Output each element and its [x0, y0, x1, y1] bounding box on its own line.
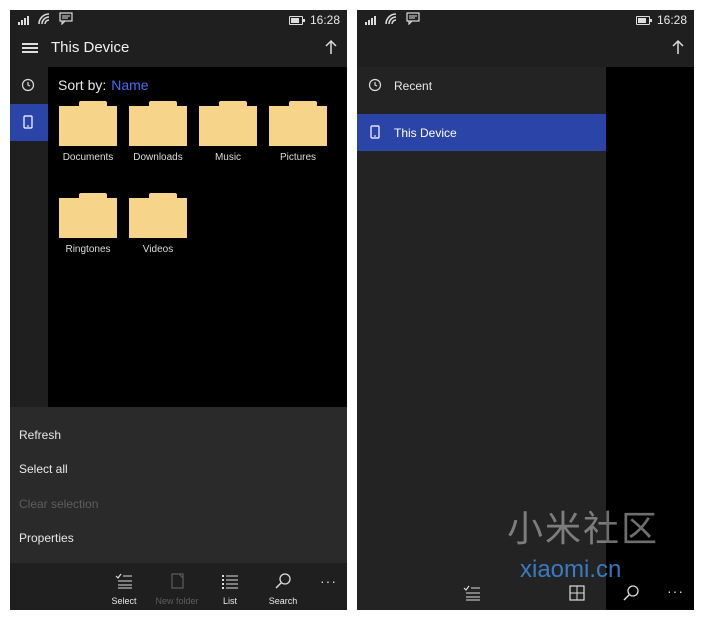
- status-bar: 16:28: [10, 10, 347, 30]
- grid-view-icon[interactable]: [569, 585, 585, 601]
- signal-icon: [365, 16, 376, 25]
- folder-item[interactable]: Music: [197, 101, 259, 165]
- page-title: This Device: [51, 39, 130, 56]
- folder-item[interactable]: Ringtones: [57, 193, 119, 257]
- folder-item[interactable]: Pictures: [267, 101, 329, 165]
- folder-label: Pictures: [279, 152, 317, 163]
- folder-label: Documents: [62, 152, 114, 163]
- status-bar: 16:28: [357, 10, 694, 30]
- sort-by-value[interactable]: Name: [111, 77, 148, 93]
- list-view-button[interactable]: List: [205, 573, 255, 606]
- search-button[interactable]: Search: [258, 573, 308, 606]
- sort-by-label: Sort by:: [58, 77, 107, 93]
- clock-icon: [368, 78, 382, 92]
- folder-icon: [199, 106, 257, 146]
- phone-icon: [23, 115, 33, 129]
- folder-label: Music: [214, 152, 242, 163]
- battery-icon: [289, 16, 305, 25]
- hamburger-menu-icon[interactable]: [22, 43, 38, 54]
- left-screen: 16:28 This Device Sort by: Name Documents…: [10, 10, 347, 610]
- nav-this-device[interactable]: [10, 104, 48, 141]
- folder-icon: [269, 106, 327, 146]
- list-icon: [222, 575, 238, 589]
- status-time: 16:28: [309, 13, 340, 27]
- sort-by: Sort by: Name: [58, 77, 149, 93]
- folder-icon: [129, 106, 187, 146]
- up-arrow-icon[interactable]: [325, 39, 337, 55]
- nav-recent[interactable]: Recent: [357, 67, 606, 104]
- folder-icon: [59, 106, 117, 146]
- list-label: List: [222, 596, 237, 606]
- folder-label: Downloads: [133, 152, 183, 163]
- new-folder-label: New folder: [155, 596, 199, 606]
- menu-refresh[interactable]: Refresh: [19, 428, 61, 442]
- nav-pane-collapsed: [10, 67, 48, 407]
- app-bar: Select New folder List Search ···: [10, 563, 347, 610]
- more-button[interactable]: ···: [320, 573, 337, 589]
- message-icon: [406, 12, 420, 25]
- watermark-text: 小米社区: [507, 508, 660, 549]
- up-arrow-icon[interactable]: [672, 39, 684, 55]
- more-button[interactable]: ···: [667, 583, 684, 599]
- phone-icon: [370, 125, 380, 139]
- search-icon[interactable]: [622, 585, 640, 601]
- folder-icon: [59, 198, 117, 238]
- new-folder-icon: [171, 573, 184, 589]
- wifi-icon: [38, 13, 50, 25]
- recent-clock-icon[interactable]: [21, 78, 35, 92]
- menu-properties[interactable]: Properties: [19, 531, 74, 545]
- wifi-icon: [385, 13, 397, 25]
- nav-this-device-label: This Device: [394, 126, 457, 140]
- search-icon: [275, 573, 291, 589]
- signal-icon: [18, 16, 29, 25]
- search-label: Search: [268, 596, 298, 606]
- status-time: 16:28: [656, 13, 687, 27]
- nav-recent-label: Recent: [394, 79, 433, 93]
- new-folder-button: New folder: [152, 573, 202, 606]
- folder-label: Ringtones: [65, 244, 111, 255]
- file-browser-content: Sort by: Name Documents Downloads Music P…: [48, 67, 347, 407]
- menu-clear-selection: Clear selection: [19, 497, 99, 511]
- nav-this-device[interactable]: This Device: [357, 114, 606, 151]
- folder-label: Videos: [142, 244, 174, 255]
- message-icon: [59, 12, 73, 25]
- select-list-icon[interactable]: [463, 585, 481, 601]
- context-menu: Refresh Select all Clear selection Prope…: [10, 407, 347, 563]
- select-list-icon: [115, 573, 132, 589]
- folder-item[interactable]: Downloads: [127, 101, 189, 165]
- folder-item[interactable]: Videos: [127, 193, 189, 257]
- watermark-url: xiaomi.cn: [520, 556, 622, 583]
- folder-icon: [129, 198, 187, 238]
- select-button[interactable]: Select: [99, 573, 149, 606]
- folder-item[interactable]: Documents: [57, 101, 119, 165]
- menu-select-all[interactable]: Select all: [19, 462, 68, 476]
- battery-icon: [636, 16, 652, 25]
- title-bar: This Device: [10, 30, 347, 67]
- select-label: Select: [111, 596, 137, 606]
